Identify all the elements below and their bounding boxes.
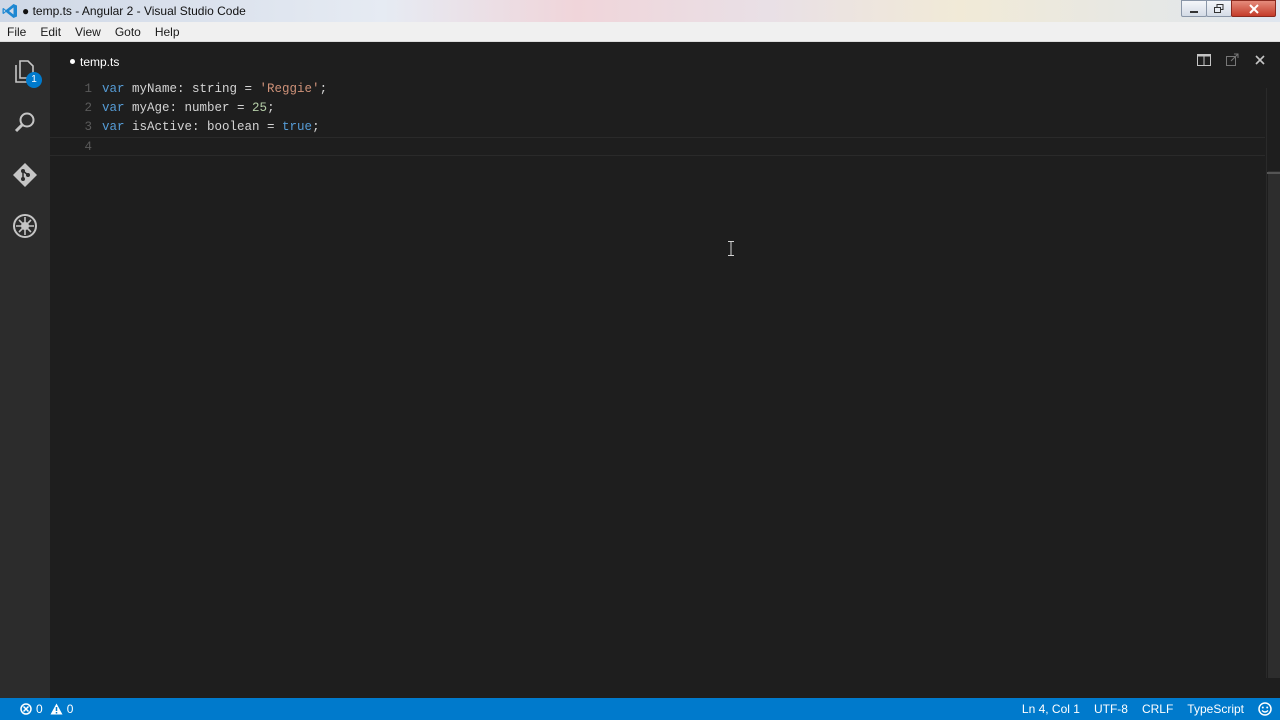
code-token: var bbox=[102, 82, 125, 96]
cursor-position[interactable]: Ln 4, Col 1 bbox=[1022, 702, 1080, 716]
code-token: ; bbox=[267, 101, 275, 115]
editor-tab[interactable]: temp.ts bbox=[70, 55, 119, 69]
debug-button[interactable] bbox=[10, 211, 40, 241]
explorer-badge: 1 bbox=[26, 72, 42, 88]
window-controls bbox=[1181, 0, 1276, 18]
tab-title: temp.ts bbox=[80, 55, 120, 69]
encoding-selector[interactable]: UTF-8 bbox=[1094, 702, 1128, 716]
menu-goto[interactable]: Goto bbox=[108, 25, 148, 39]
language-selector[interactable]: TypeScript bbox=[1187, 702, 1244, 716]
debug-icon bbox=[13, 214, 37, 238]
eol-selector[interactable]: CRLF bbox=[1142, 702, 1173, 716]
search-button[interactable] bbox=[10, 108, 40, 138]
editor-actions bbox=[1196, 52, 1268, 68]
code-token: isActive: boolean = bbox=[124, 120, 283, 134]
error-icon bbox=[20, 703, 32, 715]
code-token: myName: string = bbox=[124, 82, 260, 96]
window-title: ● temp.ts - Angular 2 - Visual Studio Co… bbox=[22, 4, 246, 18]
menu-view[interactable]: View bbox=[68, 25, 108, 39]
code-text: var myAge: number = 25; bbox=[102, 99, 275, 118]
editor-area[interactable]: temp.ts 1 var myName: string = 'Reggie'; 2… bbox=[50, 42, 1280, 698]
minimize-icon bbox=[1190, 10, 1198, 13]
code-text: var myName: string = 'Reggie'; bbox=[102, 80, 327, 99]
problems-status[interactable]: 0 0 bbox=[20, 698, 73, 720]
close-icon bbox=[1255, 55, 1265, 65]
code-token: true bbox=[282, 120, 313, 134]
code-token: var bbox=[102, 101, 125, 115]
menu-edit[interactable]: Edit bbox=[33, 25, 68, 39]
code-text: var isActive: boolean = true; bbox=[102, 118, 320, 137]
code-line[interactable]: 3 var isActive: boolean = true; bbox=[50, 118, 1265, 137]
minimize-button[interactable] bbox=[1181, 0, 1207, 17]
code-token: var bbox=[102, 120, 125, 134]
code-line[interactable]: 1 var myName: string = 'Reggie'; bbox=[50, 80, 1265, 99]
restore-icon bbox=[1214, 3, 1224, 13]
editor-tab-header: temp.ts bbox=[50, 42, 1280, 80]
code-line[interactable]: 2 var myAge: number = 25; bbox=[50, 99, 1265, 118]
warning-count: 0 bbox=[66, 702, 74, 716]
title-bar: ● temp.ts - Angular 2 - Visual Studio Co… bbox=[0, 0, 1280, 22]
menu-help[interactable]: Help bbox=[148, 25, 187, 39]
scrollbar-cursor-marker bbox=[1267, 172, 1280, 174]
code-token: myAge: number = bbox=[124, 101, 253, 115]
code-token: 'Reggie' bbox=[259, 82, 320, 96]
restore-button[interactable] bbox=[1206, 0, 1232, 17]
warning-icon bbox=[50, 703, 63, 715]
search-icon bbox=[14, 112, 35, 133]
feedback-smiley-icon[interactable] bbox=[1258, 702, 1272, 716]
close-editor-button[interactable] bbox=[1252, 52, 1268, 68]
git-icon bbox=[13, 163, 37, 187]
status-right: Ln 4, Col 1 UTF-8 CRLF TypeScript bbox=[1022, 698, 1272, 720]
split-editor-icon bbox=[1197, 54, 1211, 66]
code-line[interactable]: 4 bbox=[50, 137, 1265, 156]
menu-file[interactable]: File bbox=[0, 25, 33, 39]
error-count: 0 bbox=[36, 702, 43, 716]
open-change-button[interactable] bbox=[1224, 52, 1240, 68]
activity-bar: 1 bbox=[0, 42, 50, 698]
code-editor[interactable]: 1 var myName: string = 'Reggie'; 2 var myAg… bbox=[50, 80, 1265, 156]
text-cursor-icon bbox=[728, 241, 734, 256]
vertical-scrollbar[interactable] bbox=[1266, 88, 1280, 678]
git-button[interactable] bbox=[10, 160, 40, 190]
line-number: 2 bbox=[84, 101, 92, 115]
open-change-icon bbox=[1226, 53, 1239, 66]
line-number: 4 bbox=[84, 140, 92, 154]
status-bar: 0 0 Ln 4, Col 1 UTF-8 CRLF TypeScript bbox=[0, 698, 1280, 720]
line-number: 1 bbox=[84, 82, 92, 96]
code-token: ; bbox=[312, 120, 320, 134]
menu-bar: File Edit View Goto Help bbox=[0, 22, 1280, 42]
line-number: 3 bbox=[84, 120, 92, 134]
code-token: ; bbox=[319, 82, 328, 96]
close-window-button[interactable] bbox=[1231, 0, 1276, 17]
split-editor-button[interactable] bbox=[1196, 52, 1212, 68]
code-token: 25 bbox=[252, 101, 268, 115]
close-icon bbox=[1248, 3, 1259, 14]
vscode-logo-icon bbox=[2, 4, 17, 18]
scrollbar-thumb[interactable] bbox=[1268, 171, 1280, 678]
unsaved-dot-icon bbox=[70, 59, 75, 64]
